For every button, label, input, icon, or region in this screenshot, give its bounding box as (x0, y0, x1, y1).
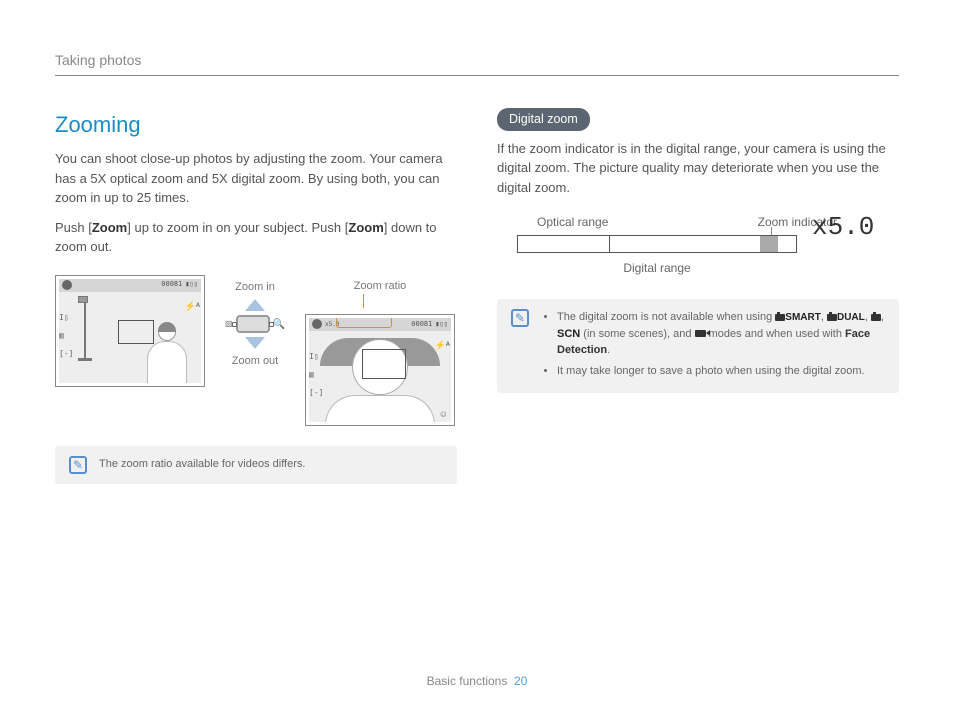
camera-mode-icon (775, 314, 785, 321)
zoom-indicator-diagram: Optical range Zoom indicator x5.0 Digita… (517, 213, 877, 277)
streetlamp-illustration (78, 296, 92, 361)
digital-zoom-pill: Digital zoom (497, 108, 590, 131)
content-columns: Zooming You can shoot close-up photos by… (55, 108, 899, 484)
left-column: Zooming You can shoot close-up photos by… (55, 108, 457, 484)
note-list: The digital zoom is not available when u… (541, 309, 885, 383)
camera-mode-icon (827, 314, 837, 321)
right-column: Digital zoom If the zoom indicator is in… (497, 108, 899, 484)
camera-screen-zoomed: x5.0 00081 ▮▯▯ I▯ ▥ [-] ⚡ᴬ (305, 314, 455, 426)
flash-icon: ⚡ᴬ (185, 300, 200, 314)
zoom-value-readout: x5.0 (812, 208, 874, 247)
note-text: The zoom ratio available for videos diff… (99, 456, 305, 473)
note-icon: ✎ (69, 456, 87, 474)
page-number: 20 (514, 674, 527, 688)
shot-counter: 00081 (161, 279, 182, 290)
section-heading: Zooming (55, 108, 457, 141)
note-box-video: ✎ The zoom ratio available for videos di… (55, 446, 457, 484)
tele-icon: 🔍 (273, 317, 285, 332)
left-side-icons: I▯ ▥ [-] (59, 312, 73, 360)
quality-icon: ▥ (59, 330, 73, 342)
note-box-digital: ✎ The digital zoom is not available when… (497, 299, 899, 393)
zoom-range-bar (517, 235, 797, 253)
zoom-in-label: Zoom in (235, 279, 275, 296)
optical-range-label: Optical range (537, 213, 608, 231)
focus-rectangle (118, 320, 154, 344)
shot-counter: 00081 (411, 319, 432, 330)
note-item-availability: The digital zoom is not available when u… (557, 309, 885, 359)
arrow-down-icon (245, 337, 265, 349)
instruction-paragraph: Push [Zoom] up to zoom in on your subjec… (55, 218, 457, 257)
digital-range-label: Digital range (517, 259, 797, 277)
zoom-button-illustration (236, 315, 270, 333)
bracket-icon: [-] (59, 348, 73, 360)
focus-rectangle (362, 349, 406, 379)
note-item-save-time: It may take longer to save a photo when … (557, 363, 885, 380)
zoom-ratio-pointer (363, 294, 364, 308)
zoom-ratio-label: Zoom ratio (354, 280, 407, 292)
timer-icon: ☺ (439, 408, 448, 422)
zoom-ratio-highlight (336, 316, 392, 328)
breadcrumb: Taking photos (55, 50, 899, 76)
battery-icon: ▮▯▯ (185, 279, 198, 290)
battery-icon: ▮▯▯ (435, 319, 448, 330)
zoom-marker (760, 236, 778, 252)
zoom-control-diagram: Zoom in ▧ 🔍 Zoom out (215, 275, 295, 370)
video-mode-icon (695, 330, 706, 337)
zoom-diagram: 00081 ▮▯▯ I▯ ▥ [-] ⚡ᴬ (55, 275, 457, 427)
screen-status-bar: 00081 ▮▯▯ (58, 278, 202, 292)
zoom-out-label: Zoom out (232, 353, 278, 370)
page-footer: Basic functions 20 (0, 672, 954, 690)
camera-mode-icon (871, 314, 881, 321)
optical-segment (518, 236, 610, 252)
footer-section: Basic functions (427, 674, 508, 688)
digital-zoom-paragraph: If the zoom indicator is in the digital … (497, 139, 899, 198)
scn-mode-icon: SCN (557, 328, 580, 340)
zoomed-screen-column: Zoom ratio x5.0 00081 ▮▯▯ I▯ ▥ (305, 275, 455, 427)
size-icon: I▯ (59, 312, 73, 324)
arrow-up-icon (245, 299, 265, 311)
mode-icon (62, 280, 72, 290)
mode-icon (312, 319, 322, 329)
note-icon: ✎ (511, 309, 529, 327)
camera-screen-wide: 00081 ▮▯▯ I▯ ▥ [-] ⚡ᴬ (55, 275, 205, 387)
intro-paragraph: You can shoot close-up photos by adjusti… (55, 149, 457, 208)
right-side-icons: ⚡ᴬ (185, 300, 200, 314)
